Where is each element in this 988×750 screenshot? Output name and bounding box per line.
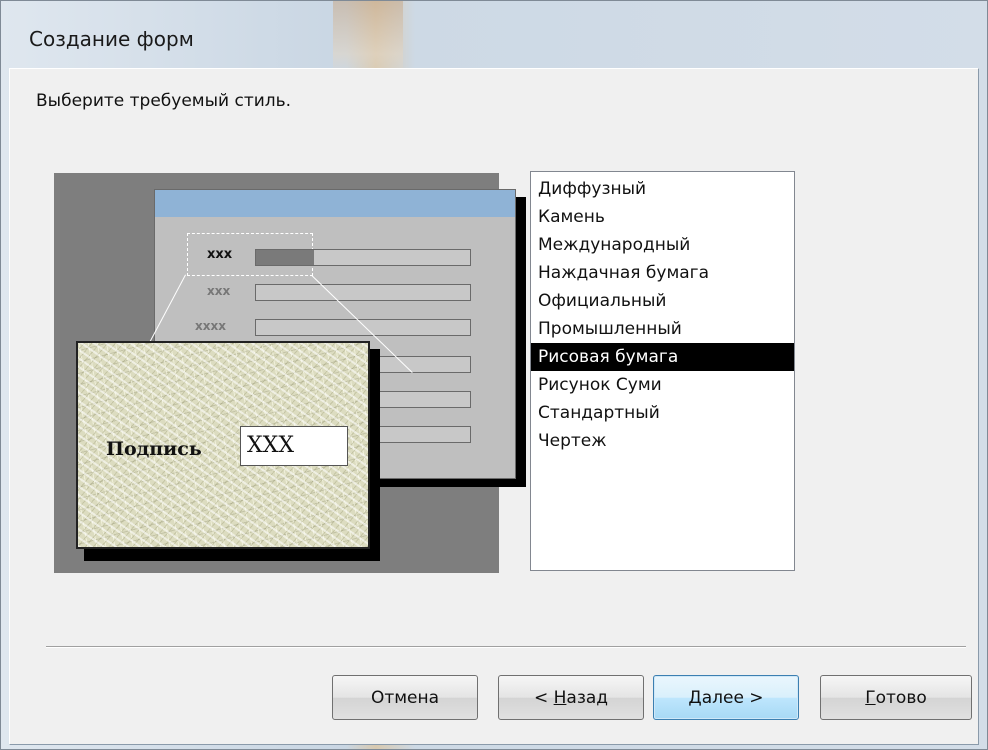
finish-button-hotkey: Г (865, 687, 876, 708)
cancel-button-label: Отмена (370, 687, 440, 708)
cancel-button[interactable]: Отмена (332, 675, 478, 720)
finish-button[interactable]: Готово (820, 675, 972, 720)
back-button-hotkey: Н (553, 687, 567, 708)
list-item[interactable]: Промышленный (531, 315, 794, 343)
next-button[interactable]: Далее > (653, 675, 799, 720)
list-item[interactable]: Чертеж (531, 427, 794, 455)
next-button-label: алее > (701, 687, 764, 708)
back-button-prefix: < (533, 687, 554, 708)
list-item-selected[interactable]: Рисовая бумага (531, 343, 794, 371)
list-item[interactable]: Диффузный (531, 175, 794, 203)
list-item[interactable]: Камень (531, 203, 794, 231)
preview-row-field (255, 319, 471, 336)
list-item[interactable]: Стандартный (531, 399, 794, 427)
preview-style-sample: Подпись XXX (76, 341, 370, 549)
title-bar-background-artifact (333, 1, 403, 77)
style-preview: xxx xxx xxxx Подпись XXX (54, 173, 526, 573)
preview-row-field (255, 284, 471, 301)
finish-button-label: отово (875, 687, 927, 708)
title-bar[interactable]: Создание форм (1, 1, 987, 77)
separator (46, 646, 966, 648)
back-button[interactable]: < Назад (498, 675, 644, 720)
back-button-label: азад (566, 687, 609, 708)
preview-row-label: xxx (207, 284, 231, 298)
preview-row-field (255, 249, 471, 266)
dialog-content: Выберите требуемый стиль. xxx xxx xxxx П… (9, 68, 979, 745)
preview-row-label: xxxx (195, 319, 226, 333)
list-item[interactable]: Официальный (531, 287, 794, 315)
next-button-hotkey: Д (688, 687, 702, 708)
list-item[interactable]: Международный (531, 231, 794, 259)
form-wizard-dialog: Создание форм Выберите требуемый стиль. … (0, 0, 988, 750)
instruction-text: Выберите требуемый стиль. (36, 91, 292, 111)
preview-sample-label: Подпись (106, 438, 202, 460)
preview-row-label: xxx (207, 247, 233, 262)
window-title: Создание форм (29, 27, 194, 51)
style-listbox[interactable]: Диффузный Камень Международный Наждачная… (530, 171, 795, 571)
list-item[interactable]: Рисунок Суми (531, 371, 794, 399)
preview-form-header (155, 190, 515, 217)
list-item[interactable]: Наждачная бумага (531, 259, 794, 287)
preview-sample-textbox: XXX (240, 426, 348, 466)
